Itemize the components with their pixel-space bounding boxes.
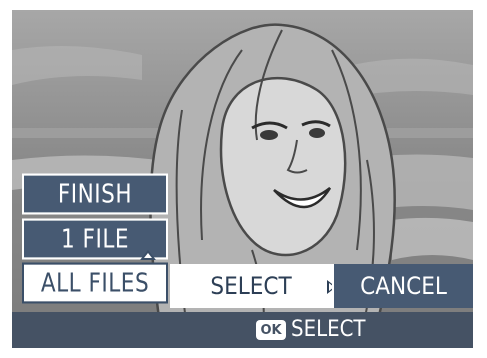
camera-lcd-screen: FINISH 1 FILE ALL FILES SELECT CANCEL OK… (12, 10, 473, 348)
ok-button-icon: OK (256, 320, 286, 340)
menu-item-all-files-label: ALL FILES (40, 267, 150, 299)
menu-item-all-files[interactable]: ALL FILES (22, 262, 168, 304)
status-hint-text: SELECT (291, 317, 366, 342)
status-bar: OK SELECT (12, 312, 473, 348)
menu-item-finish-label: FINISH (57, 178, 133, 210)
cancel-button[interactable]: CANCEL (332, 264, 473, 308)
menu-item-1-file-label: 1 FILE (60, 223, 130, 255)
menu-item-finish[interactable]: FINISH (22, 173, 168, 215)
select-button[interactable]: SELECT (170, 264, 332, 308)
cancel-button-label: CANCEL (360, 272, 447, 300)
select-button-label: SELECT (210, 272, 292, 300)
up-arrow-icon (140, 250, 156, 260)
